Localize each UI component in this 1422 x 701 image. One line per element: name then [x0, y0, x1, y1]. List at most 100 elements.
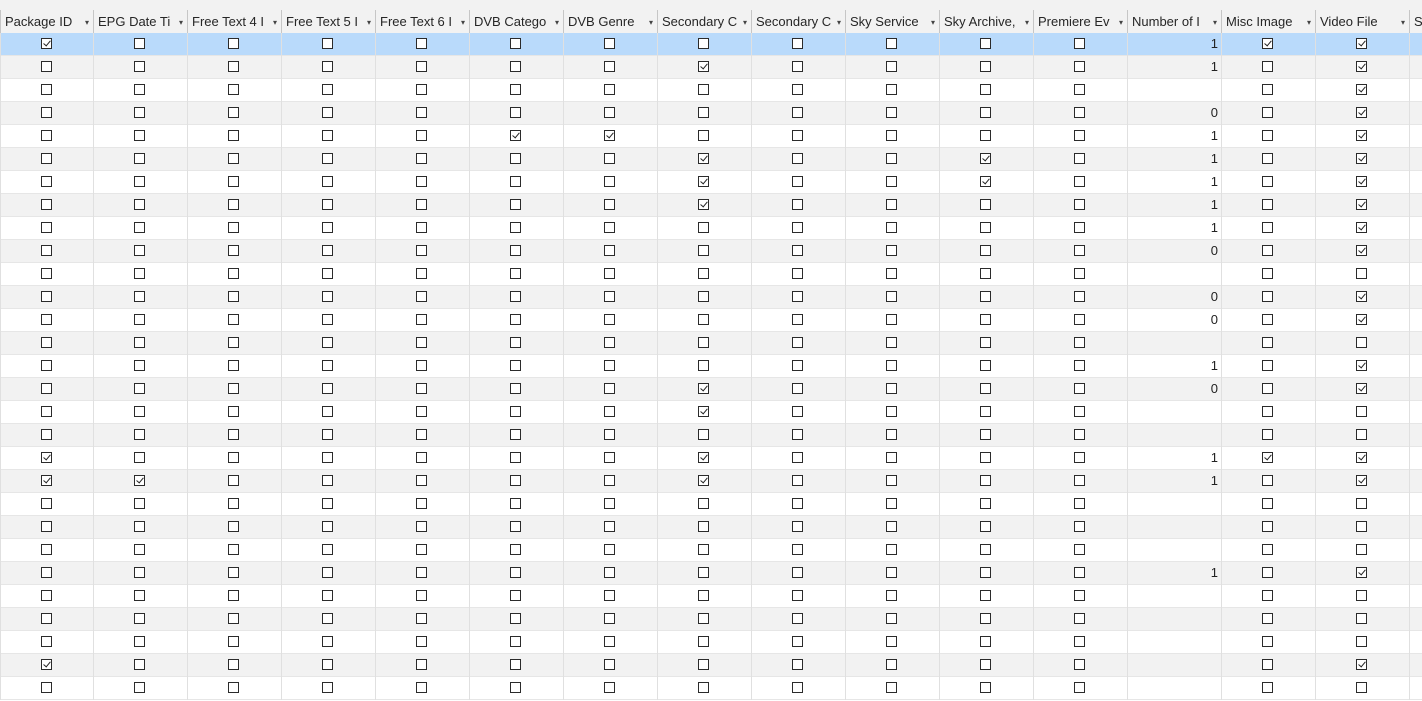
checkbox[interactable] [980, 245, 991, 256]
table-cell[interactable] [1409, 355, 1422, 378]
table-cell[interactable] [845, 470, 939, 493]
table-cell[interactable]: 1 [1127, 355, 1221, 378]
table-cell[interactable] [93, 217, 187, 240]
checkbox[interactable] [134, 245, 145, 256]
table-cell[interactable] [845, 56, 939, 79]
table-cell[interactable] [281, 562, 375, 585]
table-cell[interactable] [1221, 355, 1315, 378]
table-cell[interactable] [375, 194, 469, 217]
table-cell[interactable] [563, 309, 657, 332]
checkbox[interactable] [698, 659, 709, 670]
table-cell[interactable]: 1 [1127, 562, 1221, 585]
table-cell[interactable]: 1 [1127, 470, 1221, 493]
checkbox[interactable] [228, 337, 239, 348]
table-cell[interactable] [657, 79, 751, 102]
table-cell[interactable] [751, 148, 845, 171]
table-cell[interactable] [939, 286, 1033, 309]
checkbox[interactable] [792, 176, 803, 187]
checkbox[interactable] [792, 245, 803, 256]
checkbox[interactable] [980, 84, 991, 95]
table-cell[interactable] [1033, 79, 1127, 102]
table-cell[interactable] [187, 539, 281, 562]
checkbox[interactable] [886, 222, 897, 233]
checkbox-checked[interactable] [698, 475, 709, 486]
table-cell[interactable] [187, 194, 281, 217]
table-row[interactable] [0, 79, 1422, 102]
checkbox[interactable] [980, 337, 991, 348]
table-cell[interactable] [0, 631, 93, 654]
checkbox[interactable] [980, 475, 991, 486]
checkbox[interactable] [322, 84, 333, 95]
checkbox-checked[interactable] [980, 176, 991, 187]
checkbox[interactable] [134, 406, 145, 417]
checkbox[interactable] [698, 590, 709, 601]
table-cell[interactable] [1221, 447, 1315, 470]
checkbox-checked[interactable] [1356, 314, 1367, 325]
filter-dropdown-arrow-icon[interactable]: ▾ [837, 11, 841, 33]
table-cell[interactable] [1409, 401, 1422, 424]
number-value[interactable]: 1 [1211, 194, 1218, 216]
table-cell[interactable] [1221, 309, 1315, 332]
table-cell[interactable] [469, 171, 563, 194]
table-cell[interactable] [1315, 608, 1409, 631]
checkbox[interactable] [228, 130, 239, 141]
checkbox[interactable] [698, 268, 709, 279]
table-cell[interactable] [563, 447, 657, 470]
table-cell[interactable] [1409, 79, 1422, 102]
table-cell[interactable] [939, 125, 1033, 148]
checkbox[interactable] [604, 383, 615, 394]
table-cell[interactable] [0, 654, 93, 677]
table-cell[interactable] [657, 263, 751, 286]
table-row[interactable]: 1 [0, 355, 1422, 378]
checkbox[interactable] [1074, 360, 1085, 371]
table-cell[interactable] [845, 562, 939, 585]
checkbox[interactable] [322, 659, 333, 670]
table-cell[interactable] [563, 217, 657, 240]
table-cell[interactable] [657, 33, 751, 56]
table-cell[interactable] [0, 470, 93, 493]
checkbox[interactable] [980, 682, 991, 693]
checkbox[interactable] [416, 682, 427, 693]
checkbox[interactable] [604, 613, 615, 624]
checkbox[interactable] [228, 613, 239, 624]
table-cell[interactable] [1409, 608, 1422, 631]
checkbox[interactable] [322, 38, 333, 49]
checkbox[interactable] [416, 429, 427, 440]
table-cell[interactable] [1315, 125, 1409, 148]
checkbox[interactable] [41, 613, 52, 624]
table-cell[interactable] [939, 378, 1033, 401]
checkbox[interactable] [792, 130, 803, 141]
table-cell[interactable] [657, 171, 751, 194]
checkbox[interactable] [510, 337, 521, 348]
table-cell[interactable] [845, 263, 939, 286]
checkbox-checked[interactable] [604, 130, 615, 141]
table-cell[interactable] [469, 401, 563, 424]
checkbox[interactable] [134, 314, 145, 325]
checkbox[interactable] [322, 268, 333, 279]
checkbox[interactable] [1074, 521, 1085, 532]
checkbox[interactable] [134, 498, 145, 509]
table-cell[interactable] [93, 171, 187, 194]
table-cell[interactable] [375, 470, 469, 493]
table-cell[interactable] [1033, 562, 1127, 585]
checkbox[interactable] [604, 544, 615, 555]
table-cell[interactable] [751, 33, 845, 56]
checkbox[interactable] [41, 153, 52, 164]
checkbox[interactable] [416, 245, 427, 256]
table-cell[interactable] [93, 378, 187, 401]
table-cell[interactable] [187, 493, 281, 516]
table-cell[interactable] [1033, 424, 1127, 447]
table-cell[interactable] [1409, 447, 1422, 470]
table-cell[interactable] [1409, 677, 1422, 700]
table-cell[interactable] [845, 102, 939, 125]
checkbox[interactable] [228, 176, 239, 187]
checkbox[interactable] [416, 61, 427, 72]
table-cell[interactable] [0, 148, 93, 171]
filter-dropdown-arrow-icon[interactable]: ▾ [1213, 11, 1217, 33]
table-cell[interactable] [563, 654, 657, 677]
table-cell[interactable] [563, 33, 657, 56]
checkbox[interactable] [510, 383, 521, 394]
table-row[interactable]: 1 [0, 217, 1422, 240]
checkbox[interactable] [1262, 613, 1273, 624]
checkbox-checked[interactable] [1356, 107, 1367, 118]
